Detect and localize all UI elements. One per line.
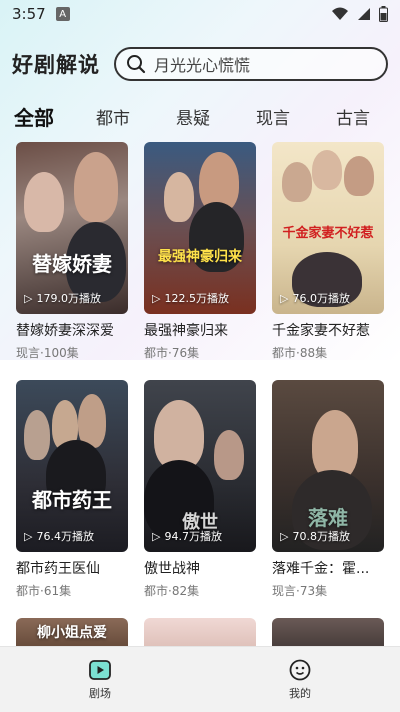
drama-card[interactable]: 最强神豪归来 ▷ 122.5万播放 最强神豪归来 都市·76集: [144, 142, 256, 361]
drama-poster[interactable]: 落难 ▷ 70.8万播放: [272, 380, 384, 552]
drama-title: 最强神豪归来: [144, 323, 228, 339]
drama-meta: 现言·100集: [16, 346, 79, 360]
play-icon: ▷: [24, 291, 33, 305]
play-count-text: 76.4万播放: [36, 530, 94, 543]
status-time: 3:57: [12, 5, 46, 23]
app-title: 好剧解说: [12, 53, 100, 77]
drama-title: 替嫁娇妻深深爱: [16, 323, 114, 339]
tab-all[interactable]: 全部: [14, 102, 54, 131]
play-square-icon: [89, 659, 111, 680]
play-icon: ▷: [152, 529, 161, 543]
tab-modern-romance[interactable]: 现言: [256, 104, 290, 129]
drama-poster[interactable]: 最强神豪归来 ▷ 122.5万播放: [144, 142, 256, 314]
play-count-text: 76.0万播放: [292, 292, 350, 305]
tab-urban[interactable]: 都市: [96, 104, 130, 129]
nav-theater-label: 剧场: [89, 686, 111, 700]
drama-card[interactable]: 替嫁娇妻 ▷ 179.0万播放 替嫁娇妻深深爱 现言·100集: [16, 142, 128, 361]
drama-meta: 都市·76集: [144, 346, 200, 360]
play-icon: ▷: [280, 291, 289, 305]
drama-meta: 都市·88集: [272, 346, 328, 360]
tab-ancient-romance[interactable]: 古言: [336, 104, 370, 129]
search-icon: [127, 55, 146, 74]
poster-title-art: 最强神豪归来: [158, 249, 242, 265]
play-count: ▷ 94.7万播放: [152, 528, 222, 544]
drama-title: 落难千金：霍...: [272, 561, 370, 577]
drama-meta: 都市·82集: [144, 584, 200, 598]
drama-poster[interactable]: 傲世 ▷ 94.7万播放: [144, 380, 256, 552]
bottom-nav: 剧场 我的: [0, 646, 400, 712]
drama-poster[interactable]: 替嫁娇妻 ▷ 179.0万播放: [16, 142, 128, 314]
play-count-text: 122.5万播放: [164, 292, 229, 305]
drama-card[interactable]: 傲世 ▷ 94.7万播放 傲世战神 都市·82集: [144, 380, 256, 599]
poster-title-art: 柳小姐点爱: [37, 625, 107, 641]
play-count-text: 179.0万播放: [36, 292, 101, 305]
battery-icon: [379, 6, 388, 22]
poster-title-art: 落难: [308, 506, 348, 530]
poster-title-art: 都市药王: [32, 488, 112, 512]
poster-title-art: 替嫁娇妻: [32, 252, 112, 276]
play-count: ▷ 76.4万播放: [24, 528, 94, 544]
play-icon: ▷: [24, 529, 33, 543]
play-count: ▷ 76.0万播放: [280, 290, 350, 306]
notification-icon: A: [55, 7, 70, 21]
nav-profile-label: 我的: [289, 686, 311, 700]
nav-profile[interactable]: 我的: [200, 647, 400, 712]
poster-title-art: 千金家妻不好惹: [282, 226, 374, 241]
drama-meta: 现言·73集: [272, 584, 328, 598]
drama-meta: 都市·61集: [16, 584, 72, 598]
drama-card[interactable]: 都市药王 ▷ 76.4万播放 都市药王医仙 都市·61集: [16, 380, 128, 599]
nav-theater[interactable]: 剧场: [0, 647, 200, 712]
drama-card[interactable]: 落难 ▷ 70.8万播放 落难千金：霍... 现言·73集: [272, 380, 384, 599]
category-tabs: 全部 都市 悬疑 现言 古言: [0, 100, 400, 132]
drama-poster[interactable]: 都市药王 ▷ 76.4万播放: [16, 380, 128, 552]
play-count-text: 94.7万播放: [164, 530, 222, 543]
tab-suspense[interactable]: 悬疑: [176, 104, 210, 129]
drama-poster[interactable]: 千金家妻不好惹 ▷ 76.0万播放: [272, 142, 384, 314]
wifi-icon: [332, 7, 348, 20]
play-count: ▷ 179.0万播放: [24, 290, 101, 306]
smile-face-icon: [289, 659, 311, 680]
drama-title: 千金家妻不好惹: [272, 323, 370, 339]
search-placeholder: 月光光心慌慌: [154, 56, 251, 75]
signal-icon: [358, 8, 370, 20]
play-icon: ▷: [152, 291, 161, 305]
search-input[interactable]: 月光光心慌慌: [114, 47, 388, 81]
play-count: ▷ 70.8万播放: [280, 528, 350, 544]
drama-title: 傲世战神: [144, 561, 200, 577]
play-count: ▷ 122.5万播放: [152, 290, 229, 306]
drama-title: 都市药王医仙: [16, 561, 100, 577]
status-icons: [331, 6, 388, 22]
drama-card[interactable]: 千金家妻不好惹 ▷ 76.0万播放 千金家妻不好惹 都市·88集: [272, 142, 384, 361]
app-header: 好剧解说 月光光心慌慌: [0, 46, 400, 82]
play-icon: ▷: [280, 529, 289, 543]
play-count-text: 70.8万播放: [292, 530, 350, 543]
status-bar: 3:57 A: [0, 0, 400, 28]
